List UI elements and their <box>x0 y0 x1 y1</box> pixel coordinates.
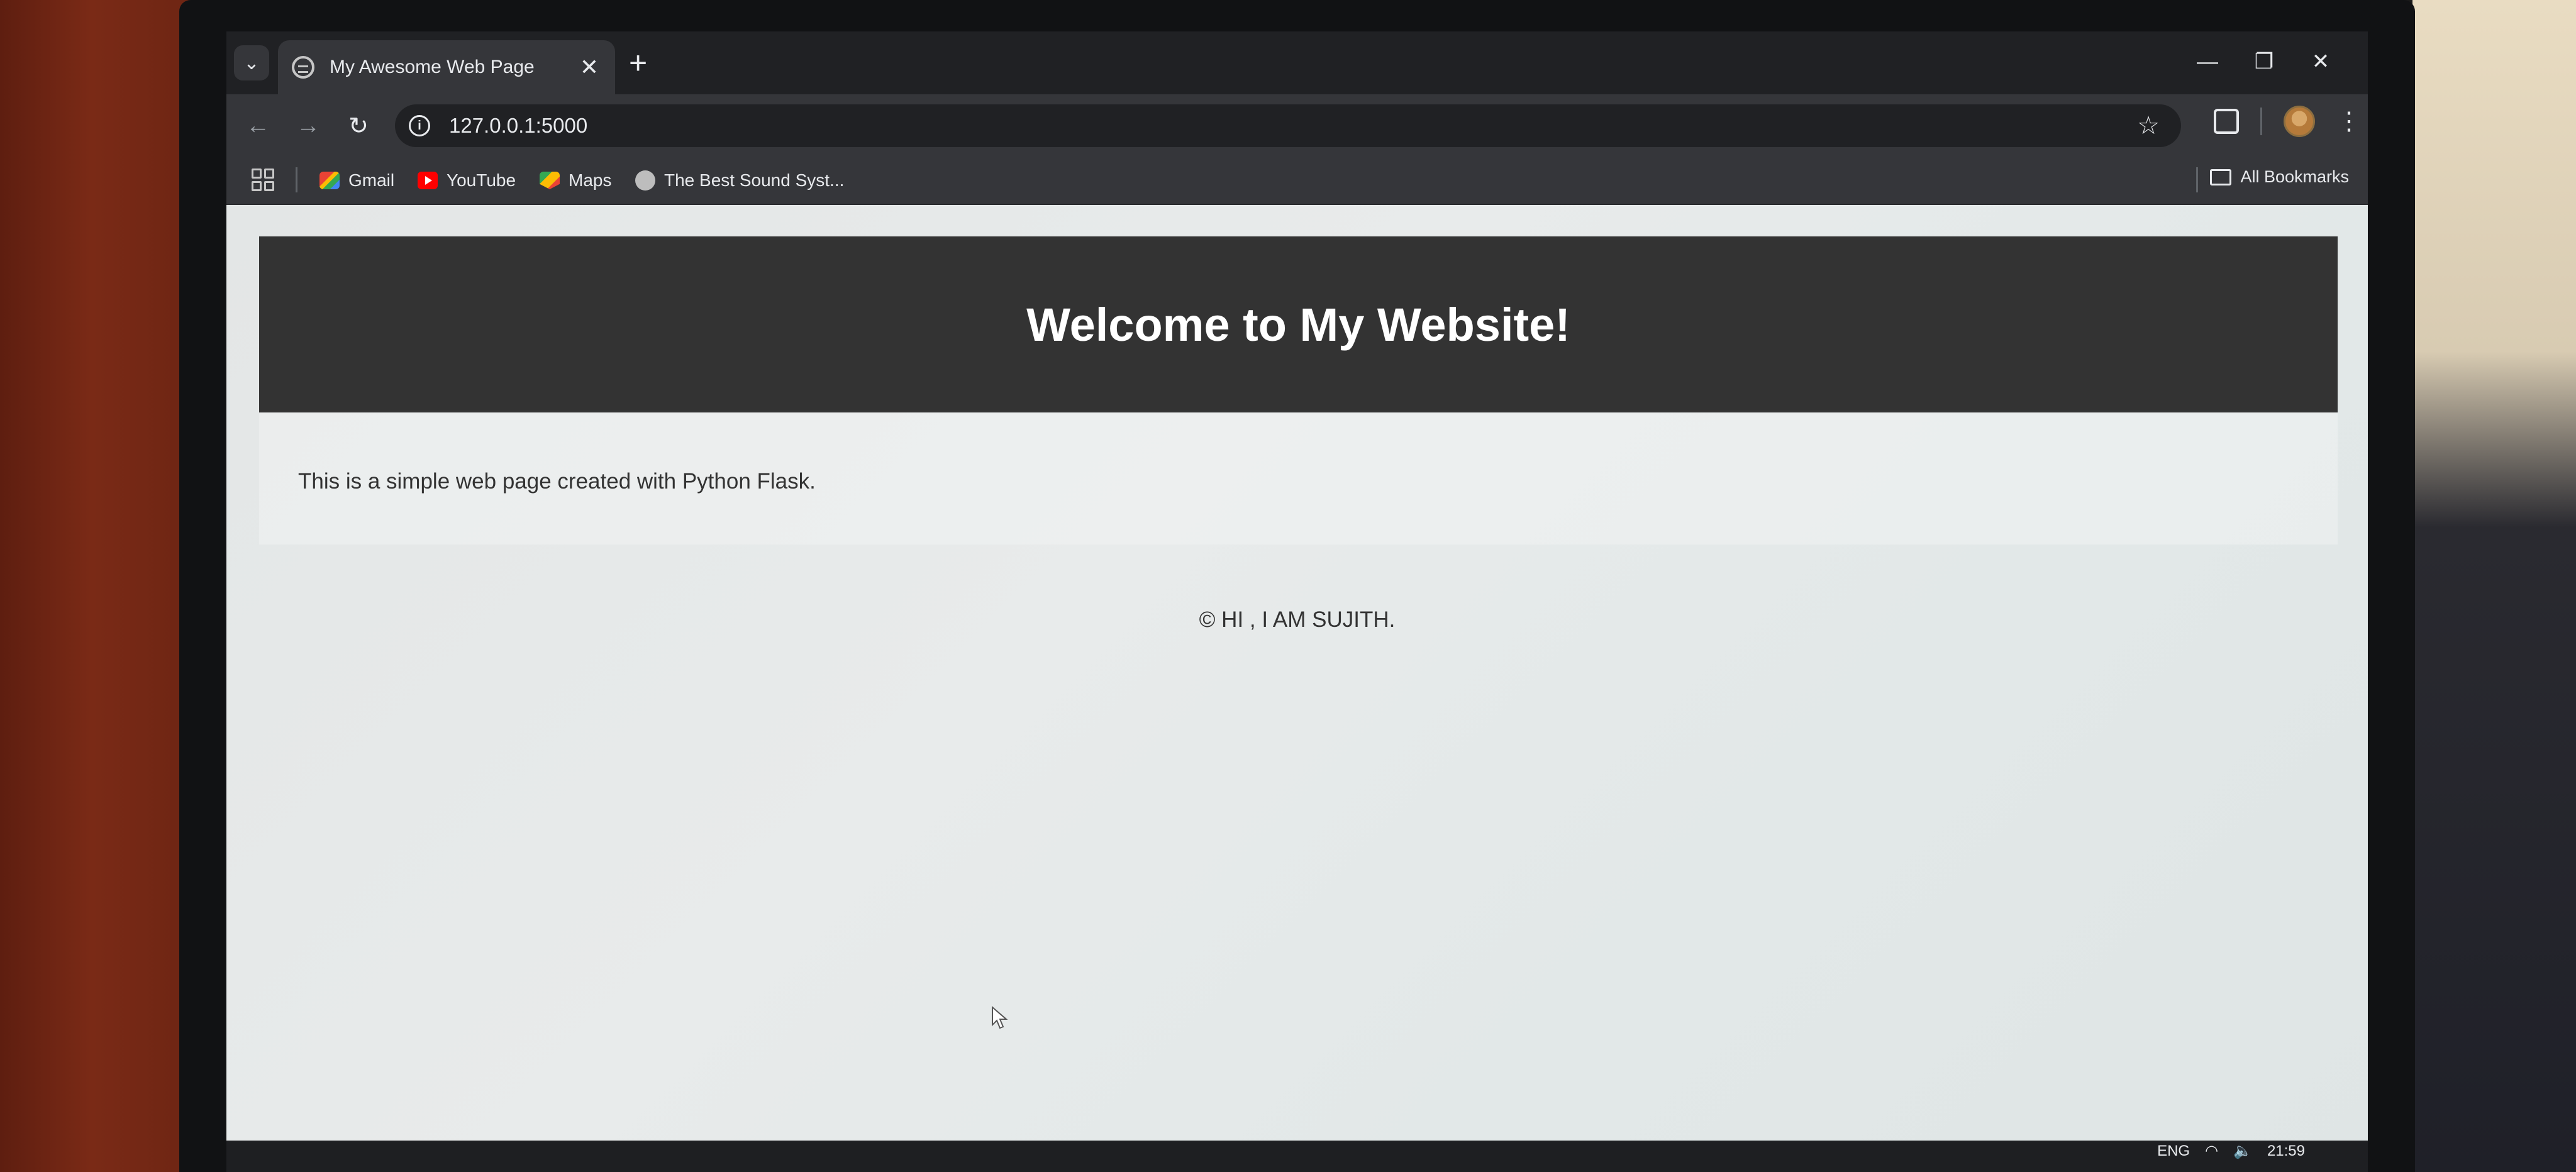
bookmark-label: YouTube <box>447 170 516 190</box>
maps-icon <box>540 172 560 189</box>
bookmark-gmail[interactable]: Gmail <box>319 167 394 194</box>
back-button[interactable]: ← <box>240 108 275 143</box>
arrow-right-icon: → <box>296 112 320 139</box>
more-menu-icon[interactable]: ⋮ <box>2336 107 2362 136</box>
tab-title: My Awesome Web Page <box>330 57 535 77</box>
page-viewport: Welcome to My Website! This is a simple … <box>226 205 2368 1172</box>
globe-icon <box>292 56 314 79</box>
folder-icon <box>2210 169 2232 185</box>
bookmark-youtube[interactable]: YouTube <box>418 167 516 194</box>
bookmarks-divider <box>296 167 297 192</box>
system-tray: ENG ◠ 🔈 21:59 <box>2157 1142 2305 1160</box>
page-footer: © HI , I AM SUJITH. <box>1199 607 1396 632</box>
minimize-button[interactable]: — <box>2179 44 2236 79</box>
arrow-left-icon: ← <box>246 112 270 139</box>
close-window-button[interactable]: ✕ <box>2292 44 2349 79</box>
bookmarks-bar: Gmail YouTube Maps The Best Sound Syst..… <box>226 157 2368 205</box>
address-bar[interactable]: i 127.0.0.1:5000 ☆ <box>395 104 2181 147</box>
volume-icon[interactable]: 🔈 <box>2233 1142 2252 1160</box>
browser-window: ⌄ My Awesome Web Page ✕ + — ❐ ✕ ← → ↻ i … <box>226 31 2368 1172</box>
site-info-icon[interactable]: i <box>409 115 430 136</box>
browser-toolbar: ← → ↻ i 127.0.0.1:5000 ☆ ⋮ <box>226 94 2368 157</box>
forward-button[interactable]: → <box>291 108 326 143</box>
wifi-icon[interactable]: ◠ <box>2205 1142 2218 1160</box>
bookmark-star-icon[interactable]: ☆ <box>2137 111 2160 140</box>
bookmark-maps[interactable]: Maps <box>540 167 611 194</box>
reload-icon: ↻ <box>348 113 369 140</box>
bookmark-label: Maps <box>569 170 612 190</box>
tab-strip: ⌄ My Awesome Web Page ✕ + — ❐ ✕ <box>226 31 2368 94</box>
clock[interactable]: 21:59 <box>2267 1142 2305 1160</box>
profile-avatar[interactable] <box>2284 106 2315 137</box>
tab-search-button[interactable]: ⌄ <box>234 45 269 80</box>
window-controls: — ❐ ✕ <box>2179 44 2349 79</box>
toolbar-right: ⋮ <box>2214 106 2362 137</box>
close-icon[interactable]: ✕ <box>580 54 599 80</box>
extensions-icon[interactable] <box>2214 109 2239 134</box>
restore-button[interactable]: ❐ <box>2236 44 2292 79</box>
reload-button[interactable]: ↻ <box>341 108 376 143</box>
bookmark-label: The Best Sound Syst... <box>664 170 845 190</box>
page-title: Welcome to My Website! <box>1026 298 1570 351</box>
all-bookmarks-button[interactable]: All Bookmarks <box>2210 167 2349 187</box>
url-text[interactable]: 127.0.0.1:5000 <box>449 114 2137 138</box>
apps-grid-icon[interactable] <box>252 169 274 191</box>
all-bookmarks-label: All Bookmarks <box>2240 167 2349 186</box>
toolbar-divider <box>2260 108 2262 135</box>
site-header: Welcome to My Website! <box>259 236 2338 412</box>
gmail-icon <box>319 172 340 189</box>
youtube-icon <box>418 172 438 189</box>
bookmark-sound-system[interactable]: The Best Sound Syst... <box>635 167 844 194</box>
intro-text: This is a simple web page created with P… <box>298 469 816 494</box>
language-indicator[interactable]: ENG <box>2157 1142 2190 1160</box>
background-desk <box>2412 0 2576 1172</box>
taskbar: ENG ◠ 🔈 21:59 <box>226 1141 2368 1172</box>
new-tab-button[interactable]: + <box>629 45 647 80</box>
bookmark-label: Gmail <box>348 170 395 190</box>
bookmarks-divider <box>2196 167 2198 192</box>
tab-active[interactable]: My Awesome Web Page ✕ <box>278 40 615 94</box>
globe-icon <box>635 170 655 191</box>
